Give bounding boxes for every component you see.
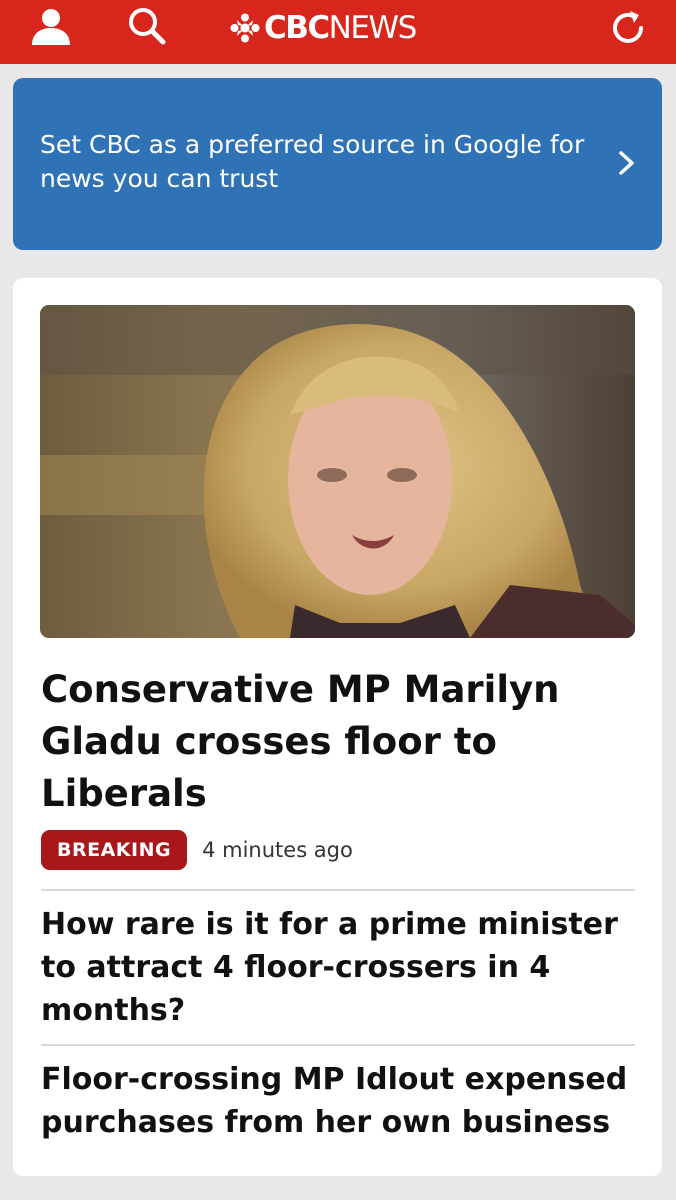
divider bbox=[41, 1044, 635, 1046]
search-icon[interactable] bbox=[124, 4, 168, 48]
promo-text: Set CBC as a preferred source in Google … bbox=[40, 130, 585, 193]
top-story-headline[interactable]: Conservative MP Marilyn Gladu crosses fl… bbox=[41, 664, 631, 820]
top-bar: CBC NEWS bbox=[0, 0, 676, 64]
refresh-icon[interactable] bbox=[606, 5, 650, 49]
chevron-right-icon bbox=[619, 151, 634, 175]
cbc-news-logo[interactable]: CBC NEWS bbox=[230, 4, 418, 52]
divider bbox=[41, 889, 635, 891]
news-card: Conservative MP Marilyn Gladu crosses fl… bbox=[13, 278, 662, 1176]
related-headline[interactable]: Floor-crossing MP Idlout expensed purcha… bbox=[41, 1058, 635, 1144]
timestamp: 4 minutes ago bbox=[202, 838, 353, 862]
breaking-badge: BREAKING bbox=[41, 830, 188, 870]
story-meta: BREAKING 4 minutes ago bbox=[41, 830, 353, 870]
top-story-photo[interactable] bbox=[40, 305, 635, 638]
brand-bold: CBC bbox=[264, 10, 330, 46]
related-headline[interactable]: How rare is it for a prime minister to a… bbox=[41, 903, 635, 1032]
cbc-gem-icon bbox=[230, 13, 260, 43]
profile-icon[interactable] bbox=[29, 5, 73, 49]
preferred-source-banner[interactable]: Set CBC as a preferred source in Google … bbox=[13, 78, 662, 250]
brand-light: NEWS bbox=[328, 10, 418, 46]
